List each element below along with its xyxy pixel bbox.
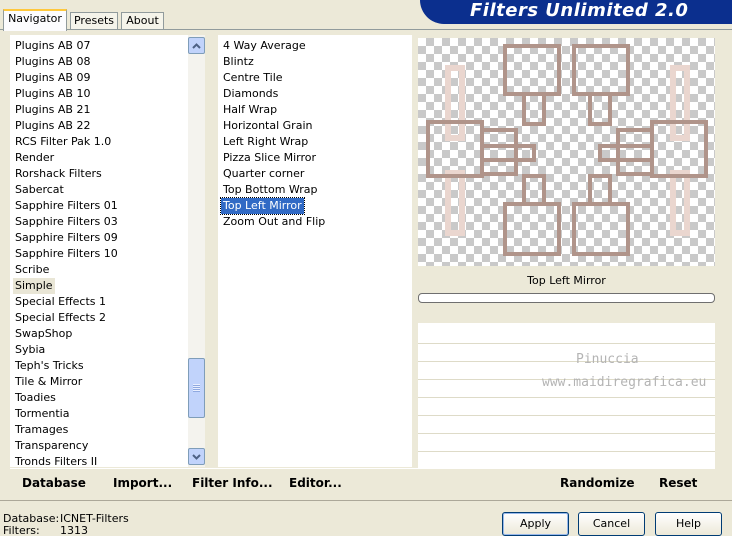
category-item[interactable]: Plugins AB 08 <box>13 54 92 70</box>
category-item[interactable]: Special Effects 2 <box>13 310 108 326</box>
editor-button[interactable]: Editor... <box>289 476 342 490</box>
filter-item[interactable]: Zoom Out and Flip <box>221 214 327 230</box>
import-button[interactable]: Import... <box>113 476 172 490</box>
control-divider <box>418 361 715 362</box>
category-item[interactable]: Tramages <box>13 422 70 438</box>
category-item[interactable]: Sapphire Filters 01 <box>13 198 120 214</box>
category-item[interactable]: SwapShop <box>13 326 74 342</box>
preview-image <box>426 44 708 256</box>
status-separator <box>0 500 732 501</box>
category-item[interactable]: Tile & Mirror <box>13 374 84 390</box>
tab-about[interactable]: About <box>121 12 164 30</box>
help-button[interactable]: Help <box>655 512 722 536</box>
tab-presets[interactable]: Presets <box>70 12 118 30</box>
category-item[interactable]: Plugins AB 09 <box>13 70 92 86</box>
preview-progress-bar <box>418 293 715 303</box>
apply-button[interactable]: Apply <box>502 512 569 536</box>
scroll-up-button[interactable] <box>188 37 205 54</box>
status-filters-label: Filters: <box>3 524 40 536</box>
category-item[interactable]: Special Effects 1 <box>13 294 108 310</box>
control-divider <box>418 415 715 416</box>
filter-item[interactable]: Quarter corner <box>221 166 306 182</box>
category-item[interactable]: Plugins AB 22 <box>13 118 92 134</box>
watermark-url: www.maidiregrafica.eu <box>542 375 707 390</box>
filter-item[interactable]: Top Left Mirror <box>220 197 305 215</box>
category-item[interactable]: Sybia <box>13 342 47 358</box>
category-item[interactable]: Tormentia <box>13 406 71 422</box>
filter-list[interactable]: 4 Way Average Blintz Centre Tile Diamonds Ha… <box>218 35 412 467</box>
chevron-up-icon <box>192 42 201 49</box>
category-item[interactable]: Rorshack Filters <box>13 166 104 182</box>
status-filters-value: 1313 <box>60 524 88 536</box>
cancel-button[interactable]: Cancel <box>578 512 645 536</box>
control-divider <box>418 343 715 344</box>
category-item[interactable]: Sapphire Filters 03 <box>13 214 120 230</box>
filter-item[interactable]: Left Right Wrap <box>221 134 310 150</box>
grip-icon <box>193 384 200 392</box>
category-item[interactable]: Tronds Filters II <box>13 454 99 467</box>
category-item[interactable]: Simple <box>13 278 55 294</box>
filter-item[interactable]: Horizontal Grain <box>221 118 314 134</box>
filter-item[interactable]: 4 Way Average <box>221 38 308 54</box>
tab-navigator[interactable]: Navigator <box>3 9 67 31</box>
toolbar-separator <box>10 468 715 469</box>
filter-controls-area <box>418 323 715 468</box>
chevron-down-icon <box>192 453 201 460</box>
filter-item[interactable]: Pizza Slice Mirror <box>221 150 318 166</box>
category-item[interactable]: Scribe <box>13 262 51 278</box>
filter-item[interactable]: Top Bottom Wrap <box>221 182 320 198</box>
app-title: Filters Unlimited 2.0 <box>470 0 689 21</box>
control-divider <box>418 433 715 434</box>
randomize-button[interactable]: Randomize <box>560 476 634 490</box>
category-item[interactable]: Transparency <box>13 438 90 454</box>
category-item[interactable]: Sabercat <box>13 182 66 198</box>
app-banner: Filters Unlimited 2.0 <box>420 0 732 24</box>
filter-item[interactable]: Diamonds <box>221 86 280 102</box>
category-item[interactable]: Teph's Tricks <box>13 358 86 374</box>
category-item[interactable]: Render <box>13 150 56 166</box>
control-divider <box>418 451 715 452</box>
preview-filter-name: Top Left Mirror <box>527 274 606 287</box>
scroll-down-button[interactable] <box>188 448 205 465</box>
filter-item[interactable]: Blintz <box>221 54 256 70</box>
database-button[interactable]: Database <box>22 476 86 490</box>
category-item[interactable]: Sapphire Filters 09 <box>13 230 120 246</box>
filter-info-button[interactable]: Filter Info... <box>192 476 273 490</box>
watermark-name: Pinuccia <box>576 352 639 367</box>
control-divider <box>418 397 715 398</box>
category-item[interactable]: Plugins AB 21 <box>13 102 92 118</box>
category-item[interactable]: Sapphire Filters 10 <box>13 246 120 262</box>
category-item[interactable]: Plugins AB 07 <box>13 38 92 54</box>
category-item[interactable]: Plugins AB 10 <box>13 86 92 102</box>
category-list[interactable]: Plugins AB 07 Plugins AB 08 Plugins AB 09 P… <box>10 35 204 467</box>
filter-item[interactable]: Half Wrap <box>221 102 279 118</box>
filter-item[interactable]: Centre Tile <box>221 70 285 86</box>
category-item[interactable]: Toadies <box>13 390 58 406</box>
reset-button[interactable]: Reset <box>659 476 697 490</box>
category-scrollbar[interactable] <box>188 35 205 467</box>
filter-preview <box>418 38 715 266</box>
category-item[interactable]: RCS Filter Pak 1.0 <box>13 134 113 150</box>
scroll-thumb[interactable] <box>188 358 205 418</box>
